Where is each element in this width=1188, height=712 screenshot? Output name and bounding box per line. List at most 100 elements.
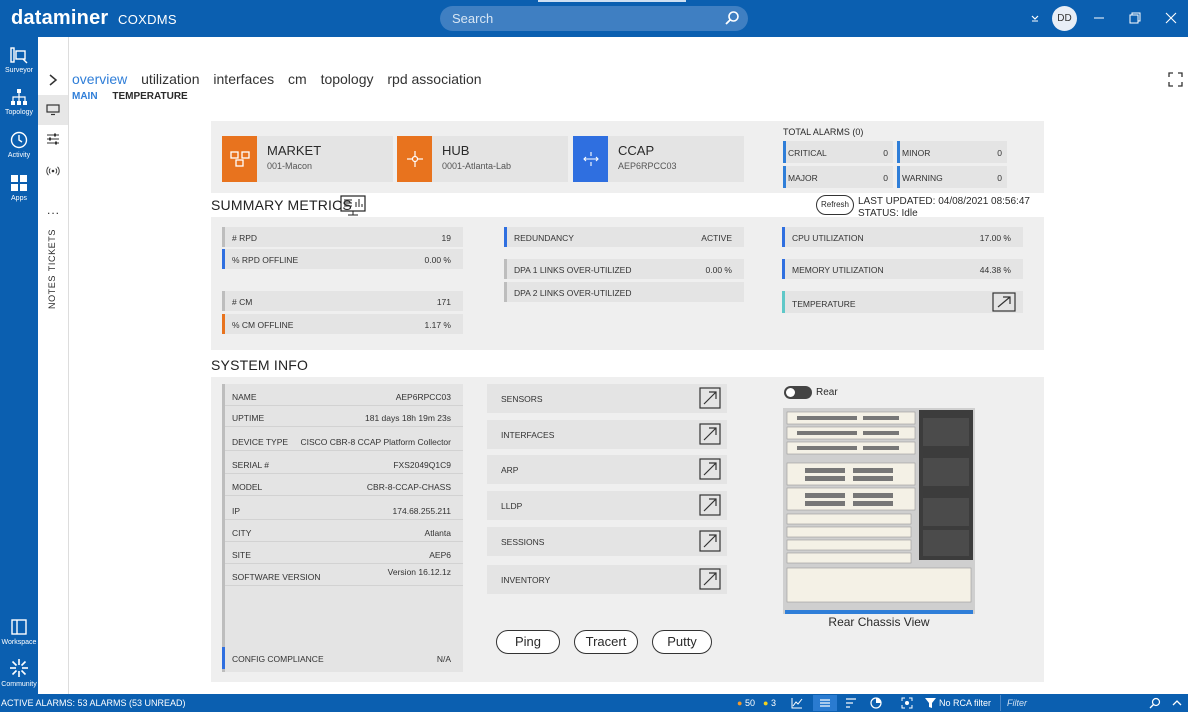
tab-topology[interactable]: topology (321, 71, 374, 87)
rear-chassis-image[interactable] (783, 408, 975, 614)
metric-memory: MEMORY UTILIZATION 44.38 % (782, 259, 1023, 279)
side-rail: ... TICKETS NOTES (38, 37, 69, 694)
collapse-up-icon[interactable] (1171, 697, 1183, 709)
nav-activity[interactable]: Activity (0, 130, 38, 159)
pie-chart-icon[interactable] (870, 697, 882, 709)
system-info-row: UPTIME 181 days 18h 19m 23s (225, 408, 463, 427)
alarm-major[interactable]: MAJOR 0 (783, 166, 893, 188)
open-external-icon[interactable] (699, 387, 721, 409)
dropdown-icon[interactable] (1026, 9, 1044, 27)
activity-icon (10, 131, 28, 149)
rca-filter[interactable]: No RCA filter (939, 698, 991, 708)
link-inventory[interactable]: INVENTORY (487, 565, 727, 594)
nav-topology[interactable]: Topology (0, 87, 38, 116)
nav-community[interactable]: Community (0, 657, 38, 688)
focus-icon[interactable] (901, 697, 913, 709)
filter-icon[interactable] (925, 697, 936, 709)
link-sessions[interactable]: SESSIONS (487, 527, 727, 556)
total-alarms-title: TOTAL ALARMS (0) (783, 127, 864, 137)
metric-rpd-count: # RPD 19 (222, 227, 463, 247)
link-arp[interactable]: ARP (487, 455, 727, 484)
restore-icon[interactable] (1126, 9, 1144, 27)
tab-overview[interactable]: overview (72, 71, 127, 87)
system-info-row: NAME AEP6RPCC03 (225, 387, 463, 406)
rear-toggle[interactable] (784, 386, 812, 399)
tab-interfaces[interactable]: interfaces (213, 71, 274, 87)
alarm-count-orange[interactable]: ● 50 (737, 698, 755, 708)
open-external-icon[interactable] (699, 530, 721, 552)
metric-temperature[interactable]: TEMPERATURE (782, 291, 1023, 313)
close-icon[interactable] (1162, 9, 1180, 27)
nav-workspace[interactable]: Workspace (0, 617, 38, 646)
metric-dpa1: DPA 1 LINKS OVER-UTILIZED 0.00 % (504, 259, 744, 279)
open-external-icon[interactable] (699, 458, 721, 480)
search-icon[interactable] (724, 10, 740, 26)
ccap-value: AEP6RPCC03 (618, 161, 677, 171)
system-info-label: NAME (232, 392, 257, 402)
system-info-label: SERIAL # (232, 460, 270, 470)
open-external-icon[interactable] (699, 568, 721, 590)
tracert-button[interactable]: Tracert (574, 630, 638, 654)
tab-utilization[interactable]: utilization (141, 71, 199, 87)
link-interfaces[interactable]: INTERFACES (487, 420, 727, 449)
metric-cpu: CPU UTILIZATION 17.00 % (782, 227, 1023, 247)
temperature-open-icon[interactable] (992, 292, 1016, 312)
nav-surveyor[interactable]: Surveyor (0, 45, 38, 74)
user-avatar[interactable]: DD (1052, 6, 1077, 31)
list-icon (820, 699, 830, 707)
search-highlight (538, 0, 686, 2)
nav-apps[interactable]: Apps (0, 173, 38, 202)
tickets-tab[interactable]: TICKETS (47, 229, 57, 271)
list-view-toggle[interactable] (813, 695, 837, 711)
tab-cm[interactable]: cm (288, 71, 307, 87)
system-info-row: CITY Atlanta (225, 523, 463, 542)
tab-rpd-association[interactable]: rpd association (387, 71, 481, 87)
system-info-title: SYSTEM INFO (211, 357, 309, 373)
link-sensors[interactable]: SENSORS (487, 384, 727, 413)
alarm-minor[interactable]: MINOR 0 (897, 141, 1007, 163)
market-icon (222, 136, 257, 182)
notes-tab[interactable]: NOTES (47, 275, 57, 309)
link-label: SENSORS (501, 394, 543, 404)
search-input[interactable]: Search (440, 6, 748, 31)
active-alarms-text[interactable]: ACTIVE ALARMS: 53 ALARMS (53 UNREAD) (1, 698, 186, 708)
system-info-label: UPTIME (232, 413, 265, 423)
alarm-warning[interactable]: WARNING 0 (897, 166, 1007, 188)
system-info-value: Version 16.12.1z (387, 567, 451, 577)
filter-input[interactable]: Filter (1000, 695, 1165, 711)
top-bar: dataminer COXDMS Search DD (0, 0, 1188, 37)
expand-chevron-icon[interactable] (47, 73, 59, 87)
system-info-row: SOFTWARE VERSION Version 16.12.1z (225, 567, 463, 586)
putty-button[interactable]: Putty (652, 630, 712, 654)
settings-sliders-icon[interactable] (46, 133, 60, 145)
trend-icon[interactable] (791, 697, 803, 709)
system-info-row: SITE AEP6 (225, 545, 463, 564)
broadcast-icon[interactable] (46, 165, 60, 177)
system-info-label: MODEL (232, 482, 263, 492)
system-info-row: DEVICE TYPE CISCO CBR-8 CCAP Platform Col… (225, 432, 463, 451)
system-info-label: CITY (232, 528, 252, 538)
main-tabs: overview utilization interfaces cm topol… (72, 71, 492, 87)
subtab-main[interactable]: MAIN (72, 91, 98, 102)
summary-report-icon[interactable] (340, 195, 366, 216)
filter-search-icon[interactable] (1149, 697, 1161, 709)
system-info-value: CISCO CBR-8 CCAP Platform Collector (300, 437, 451, 447)
minimize-icon[interactable] (1090, 9, 1108, 27)
more-options-button[interactable]: ... (47, 203, 60, 217)
rail-card-view[interactable] (38, 95, 68, 125)
open-external-icon[interactable] (699, 423, 721, 445)
alarm-count-yellow[interactable]: ● 3 (763, 698, 776, 708)
instance-name: COXDMS (118, 12, 177, 27)
system-info-value: FXS2049Q1C9 (393, 460, 451, 470)
system-info-row: MODEL CBR-8-CCAP-CHASS (225, 477, 463, 496)
fullscreen-icon[interactable] (1168, 72, 1183, 87)
link-label: SESSIONS (501, 537, 545, 547)
refresh-button[interactable]: Refresh (816, 195, 854, 215)
sort-icon[interactable] (845, 697, 857, 709)
subtab-temperature[interactable]: TEMPERATURE (112, 91, 187, 102)
link-lldp[interactable]: LLDP (487, 491, 727, 520)
open-external-icon[interactable] (699, 494, 721, 516)
ping-button[interactable]: Ping (496, 630, 560, 654)
link-label: INTERFACES (501, 430, 555, 440)
alarm-critical[interactable]: CRITICAL 0 (783, 141, 893, 163)
